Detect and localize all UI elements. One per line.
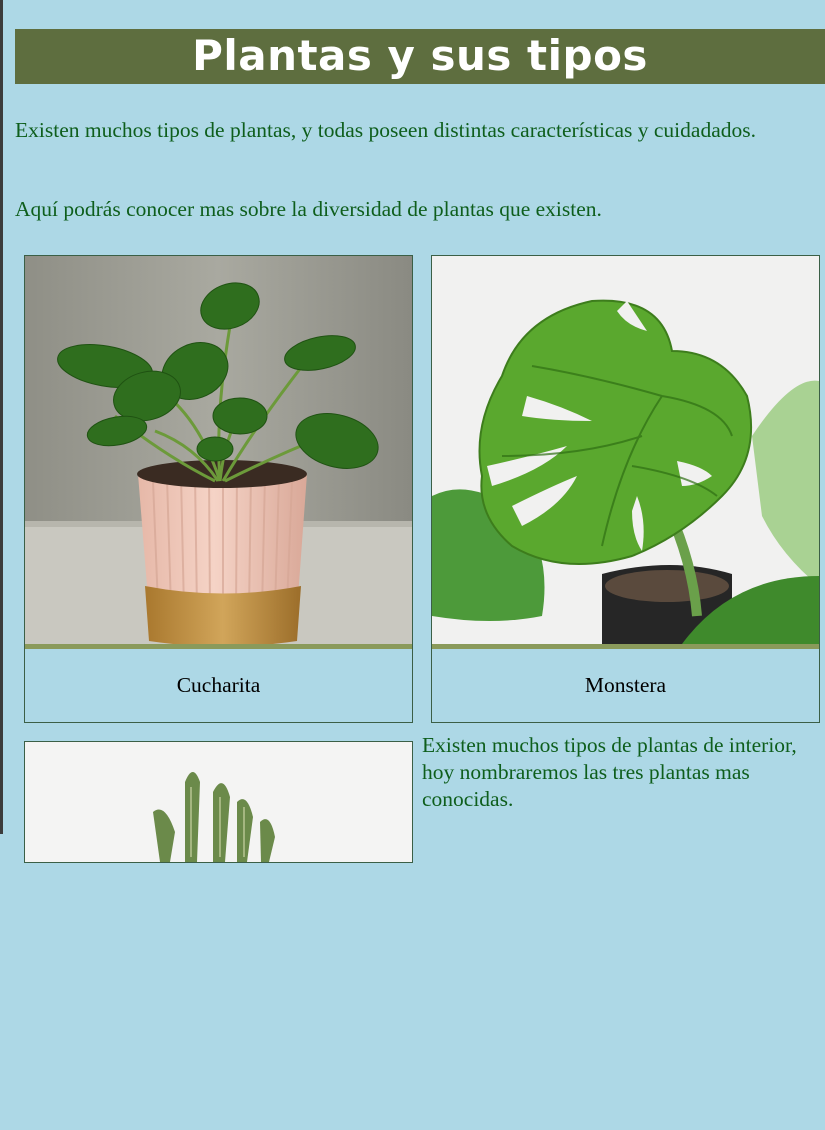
page-edge (0, 0, 3, 834)
page-title: Plantas y sus tipos (192, 30, 648, 80)
page-header: Plantas y sus tipos (15, 29, 825, 84)
interior-plants-text: Existen muchos tipos de plantas de inter… (422, 733, 797, 811)
intro-paragraph: Existen muchos tipos de plantas, y todas… (15, 118, 756, 142)
pilea-plant-image (25, 256, 412, 644)
snake-plant-image (25, 742, 412, 1130)
monstera-image (432, 256, 819, 644)
plant-card-snake-plant (24, 741, 413, 863)
plant-card-cucharita: Cucharita (24, 255, 413, 723)
plant-card-monstera: Monstera (431, 255, 820, 723)
card-caption: Cucharita (176, 673, 261, 697)
card-caption: Monstera (584, 673, 667, 697)
intro-paragraph-2: Aquí podrás conocer mas sobre la diversi… (15, 197, 602, 221)
